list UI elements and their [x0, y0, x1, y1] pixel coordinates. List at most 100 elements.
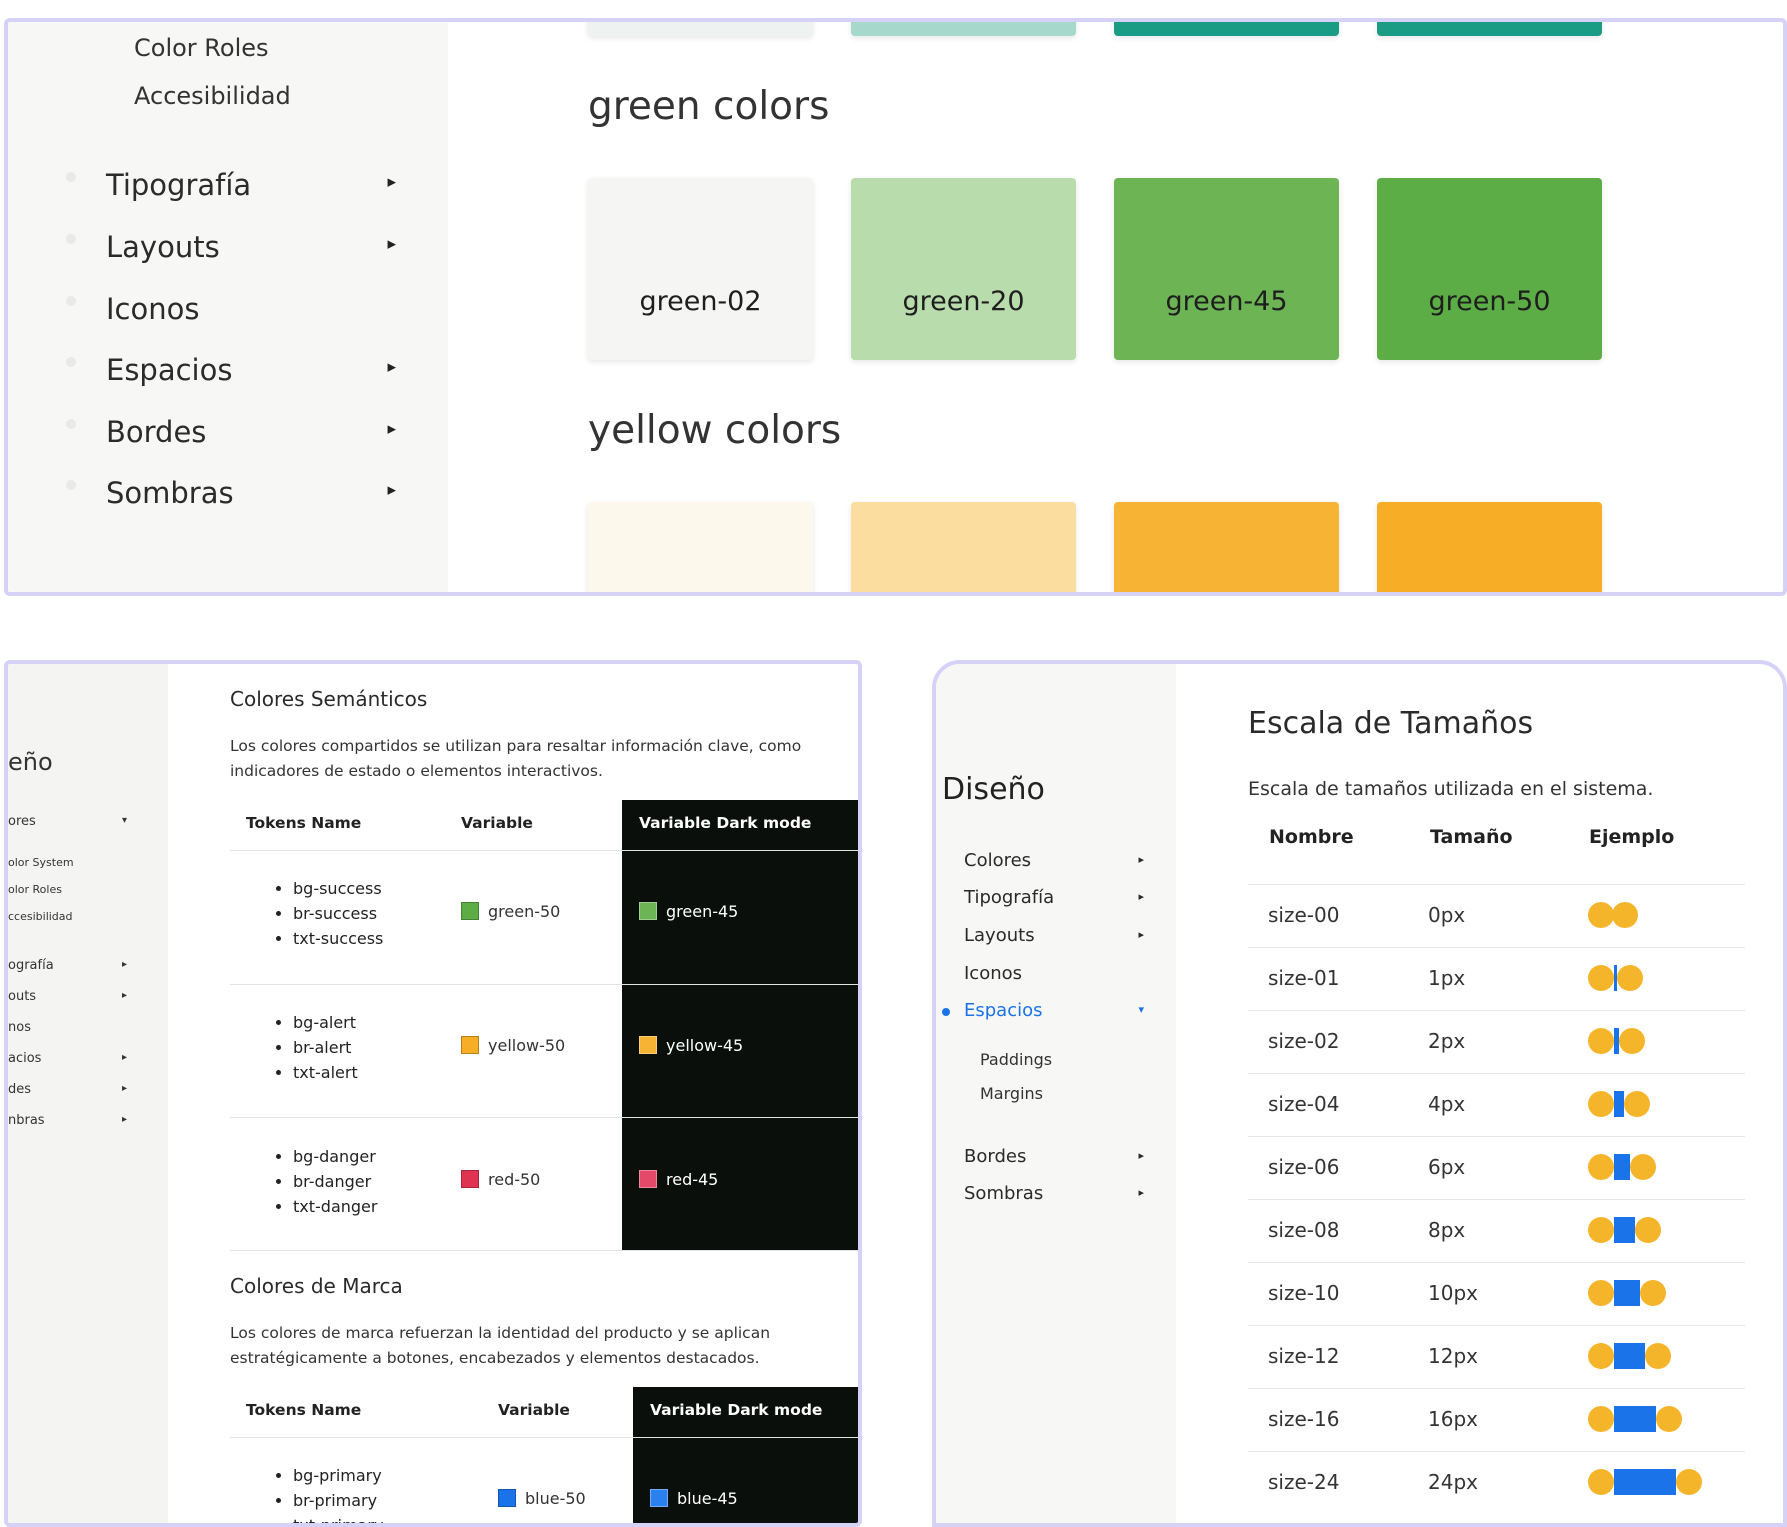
sidebar-item-espacios[interactable]: Espacios ▾: [964, 1000, 1144, 1021]
variable-name: yellow-50: [488, 1036, 566, 1055]
size-bar: [1614, 1091, 1625, 1117]
column-header-variable: Variable: [461, 814, 533, 832]
sidebar-item-label: Espacios: [964, 1000, 1043, 1021]
sidebar-item-label: Tipografía: [964, 887, 1055, 908]
sidebar-item-bordes[interactable]: Bordes ▸: [964, 1146, 1144, 1167]
sidebar-item-layouts[interactable]: outs ▸: [8, 989, 127, 1004]
sidebar-item-tipografia[interactable]: ografía ▸: [8, 958, 127, 973]
size-value: 10px: [1428, 1281, 1478, 1305]
size-example: [1588, 1406, 1682, 1432]
sidebar-item-label: outs: [8, 989, 37, 1004]
color-chip: [498, 1489, 516, 1507]
circle-shape: [1588, 902, 1614, 928]
sidebar-item-layouts[interactable]: Layouts ▸: [964, 925, 1144, 946]
sidebar-item-sombras[interactable]: nbras ▸: [8, 1113, 127, 1128]
color-swatch[interactable]: [588, 502, 813, 592]
sidebar-item-colores[interactable]: Colores ▸: [964, 850, 1144, 871]
sidebar: Diseño Colores ▸ Tipografía ▸ Layouts ▸ Ico…: [936, 664, 1176, 1523]
sidebar-item-bordes[interactable]: Bordes ▸: [106, 415, 396, 449]
color-swatch[interactable]: [1114, 502, 1339, 592]
column-header-dark: Variable Dark mode: [639, 814, 812, 832]
sidebar-subitem-margins[interactable]: Margins: [980, 1084, 1043, 1103]
color-swatch-green-50[interactable]: green-50: [1377, 178, 1602, 360]
color-swatch[interactable]: [1377, 502, 1602, 592]
sidebar-item-espacios[interactable]: Espacios ▸: [106, 353, 396, 387]
table-divider: [230, 1117, 858, 1118]
token-name: txt-alert: [293, 1060, 358, 1085]
size-value: 24px: [1428, 1470, 1478, 1494]
bullet-dot: [66, 419, 76, 429]
sidebar-item-label: Iconos: [106, 292, 200, 326]
sidebar-item-label: Bordes: [964, 1146, 1027, 1167]
color-swatch: [1114, 22, 1339, 36]
chevron-down-icon: ▾: [1138, 1003, 1144, 1016]
page-description: Escala de tamaños utilizada en el sistem…: [1248, 778, 1654, 800]
size-example: [1588, 1091, 1651, 1117]
bullet-dot: [66, 172, 76, 182]
table-divider: [230, 1250, 858, 1251]
description-line: estratégicamente a botones, encabezados …: [230, 1349, 760, 1367]
variable-name: blue-50: [525, 1489, 586, 1508]
token-list: bg-primary br-primary txt-primary: [268, 1463, 383, 1523]
variable-name: red-50: [488, 1170, 541, 1189]
chevron-right-icon: ▸: [387, 419, 396, 439]
sidebar-item-tipografia[interactable]: Tipografía ▸: [964, 887, 1144, 908]
sidebar-item-iconos[interactable]: Iconos: [964, 963, 1144, 984]
sidebar-item-espacios[interactable]: acios ▸: [8, 1051, 127, 1066]
column-header-tokens: Tokens Name: [246, 1401, 362, 1419]
table-row: size-08 8px: [1248, 1199, 1745, 1263]
size-name: size-24: [1268, 1470, 1340, 1494]
section-description: Los colores compartidos se utilizan para…: [230, 734, 840, 784]
chevron-right-icon: ▸: [122, 1052, 128, 1063]
sidebar: eño ores ▾ olor System olor Roles ccesibi…: [8, 664, 168, 1523]
swatch-label: green-02: [639, 286, 762, 317]
size-bar: [1614, 1343, 1646, 1369]
sidebar-subitem-accesibilidad[interactable]: ccesibilidad: [8, 910, 73, 923]
color-swatch[interactable]: [851, 502, 1076, 592]
color-chip: [461, 902, 479, 920]
color-swatch-green-20[interactable]: green-20: [851, 178, 1076, 360]
sidebar-item-label: Layouts: [106, 230, 220, 264]
token-name: bg-danger: [293, 1144, 377, 1169]
color-chip: [650, 1489, 668, 1507]
circle-shape: [1612, 902, 1638, 928]
circle-shape: [1640, 1280, 1666, 1306]
variable-cell: green-50: [461, 902, 560, 921]
table-divider: [230, 984, 858, 985]
size-value: 8px: [1428, 1218, 1466, 1242]
sidebar-item-iconos[interactable]: Iconos: [106, 292, 396, 326]
chevron-right-icon: ▸: [1138, 1149, 1144, 1162]
variable-name: yellow-45: [666, 1036, 744, 1055]
sidebar-subitem-color-system[interactable]: olor System: [8, 856, 74, 869]
sidebar-item-sombras[interactable]: Sombras ▸: [106, 476, 396, 510]
color-system-panel: Color Roles Accesibilidad Tipografía ▸ L…: [4, 18, 1787, 596]
size-name: size-06: [1268, 1155, 1340, 1179]
sidebar-subitem-paddings[interactable]: Paddings: [980, 1050, 1052, 1069]
sidebar-subitem-color-roles[interactable]: olor Roles: [8, 883, 62, 896]
section-title-yellow: yellow colors: [588, 408, 842, 453]
sidebar-subitem-color-roles[interactable]: Color Roles: [134, 34, 269, 62]
circle-shape: [1588, 1469, 1614, 1495]
sidebar-item-colores[interactable]: ores ▾: [8, 814, 127, 829]
table-row: size-16 16px: [1248, 1388, 1745, 1452]
chevron-right-icon: ▸: [1138, 890, 1144, 903]
chevron-right-icon: ▸: [122, 1114, 128, 1125]
circle-shape: [1645, 1343, 1672, 1369]
circle-shape: [1588, 965, 1614, 991]
size-example: [1588, 1280, 1666, 1306]
circle-shape: [1588, 1028, 1614, 1054]
color-swatch-green-45[interactable]: green-45: [1114, 178, 1339, 360]
size-example: [1588, 1217, 1661, 1243]
sidebar-item-iconos[interactable]: nos: [8, 1020, 31, 1035]
sidebar-item-sombras[interactable]: Sombras ▸: [964, 1183, 1144, 1204]
description-line: Los colores de marca refuerzan la identi…: [230, 1324, 771, 1342]
token-name: bg-success: [293, 876, 383, 901]
sidebar-item-tipografia[interactable]: Tipografía ▸: [106, 168, 396, 202]
size-example: [1588, 965, 1643, 991]
sidebar-subitem-accesibilidad[interactable]: Accesibilidad: [134, 82, 291, 110]
bullet-dot: [66, 296, 76, 306]
color-swatch-green-02[interactable]: green-02: [588, 178, 813, 360]
sidebar-item-layouts[interactable]: Layouts ▸: [106, 230, 396, 264]
size-value: 0px: [1428, 903, 1466, 927]
sidebar-item-bordes[interactable]: des ▸: [8, 1082, 127, 1097]
